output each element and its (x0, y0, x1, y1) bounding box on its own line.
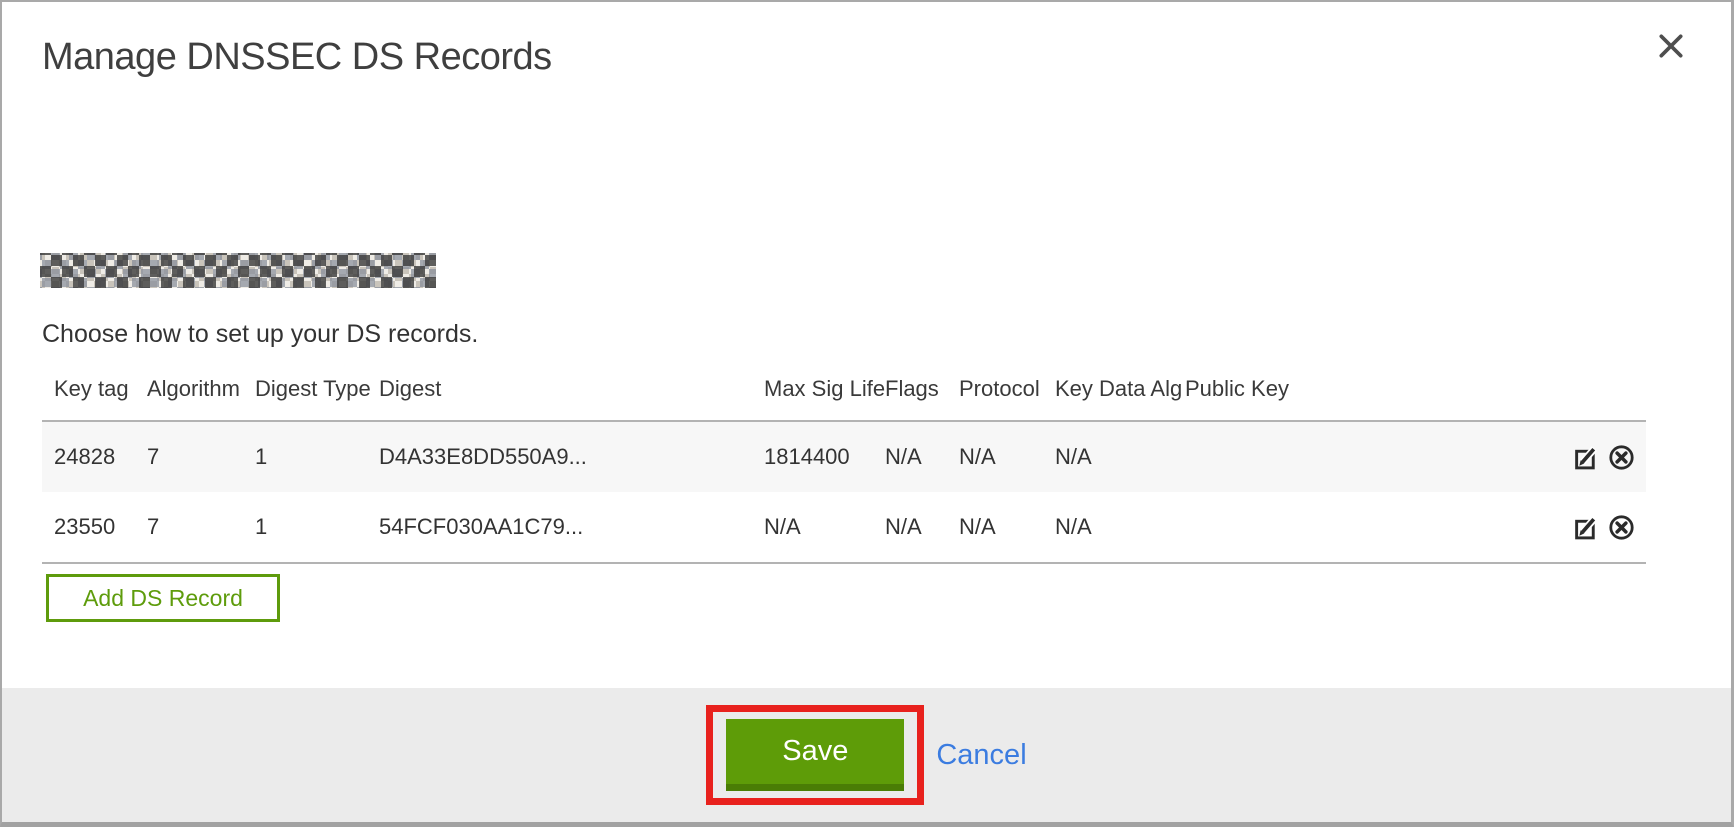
delete-circle-x-icon (1608, 459, 1635, 474)
cell-flags: N/A (885, 492, 959, 563)
cell-protocol: N/A (959, 421, 1055, 492)
cell-digest-type: 1 (255, 492, 379, 563)
dialog-title: Manage DNSSEC DS Records (42, 35, 552, 79)
close-button[interactable] (1655, 30, 1687, 62)
cancel-link[interactable]: Cancel (936, 739, 1026, 772)
save-button[interactable]: Save (726, 719, 904, 791)
manage-dnssec-dialog: Manage DNSSEC DS Records Choose how to s… (0, 0, 1734, 827)
cell-flags: N/A (885, 421, 959, 492)
ds-records-table: Key tag Algorithm Digest Type Digest Max… (42, 370, 1646, 564)
column-header-max-sig-life: Max Sig Life (764, 370, 885, 421)
delete-record-button[interactable] (1608, 444, 1635, 471)
instruction-text: Choose how to set up your DS records. (42, 320, 478, 349)
dialog-footer: Save Cancel (2, 688, 1731, 822)
edit-icon (1573, 459, 1600, 474)
delete-circle-x-icon (1608, 529, 1635, 544)
cell-algorithm: 7 (147, 421, 255, 492)
cell-max-sig-life: N/A (764, 492, 885, 563)
column-header-key-data-alg: Key Data Alg (1055, 370, 1185, 421)
add-ds-record-button[interactable]: Add DS Record (46, 574, 280, 622)
cell-digest: D4A33E8DD550A9... (379, 421, 764, 492)
edit-record-button[interactable] (1573, 514, 1600, 541)
close-icon (1657, 48, 1685, 63)
cell-algorithm: 7 (147, 492, 255, 563)
column-header-algorithm: Algorithm (147, 370, 255, 421)
cell-digest: 54FCF030AA1C79... (379, 492, 764, 563)
cell-protocol: N/A (959, 492, 1055, 563)
column-header-actions (1482, 370, 1646, 421)
cell-key-data-alg: N/A (1055, 421, 1185, 492)
column-header-digest: Digest (379, 370, 764, 421)
edit-icon (1573, 529, 1600, 544)
row-actions (1482, 421, 1646, 492)
cell-key-tag: 24828 (42, 421, 147, 492)
cell-key-tag: 23550 (42, 492, 147, 563)
cell-max-sig-life: 1814400 (764, 421, 885, 492)
cell-public-key (1185, 421, 1482, 492)
table-header-row: Key tag Algorithm Digest Type Digest Max… (42, 370, 1646, 421)
table-row: 24828 7 1 D4A33E8DD550A9... 1814400 N/A … (42, 421, 1646, 492)
column-header-protocol: Protocol (959, 370, 1055, 421)
edit-record-button[interactable] (1573, 444, 1600, 471)
table-row: 23550 7 1 54FCF030AA1C79... N/A N/A N/A … (42, 492, 1646, 563)
domain-name-redacted (40, 253, 436, 288)
cell-digest-type: 1 (255, 421, 379, 492)
column-header-key-tag: Key tag (42, 370, 147, 421)
annotation-highlight-box: Save (706, 705, 924, 805)
column-header-public-key: Public Key (1185, 370, 1482, 421)
delete-record-button[interactable] (1608, 514, 1635, 541)
column-header-flags: Flags (885, 370, 959, 421)
cell-key-data-alg: N/A (1055, 492, 1185, 563)
cell-public-key (1185, 492, 1482, 563)
column-header-digest-type: Digest Type (255, 370, 379, 421)
row-actions (1482, 492, 1646, 563)
